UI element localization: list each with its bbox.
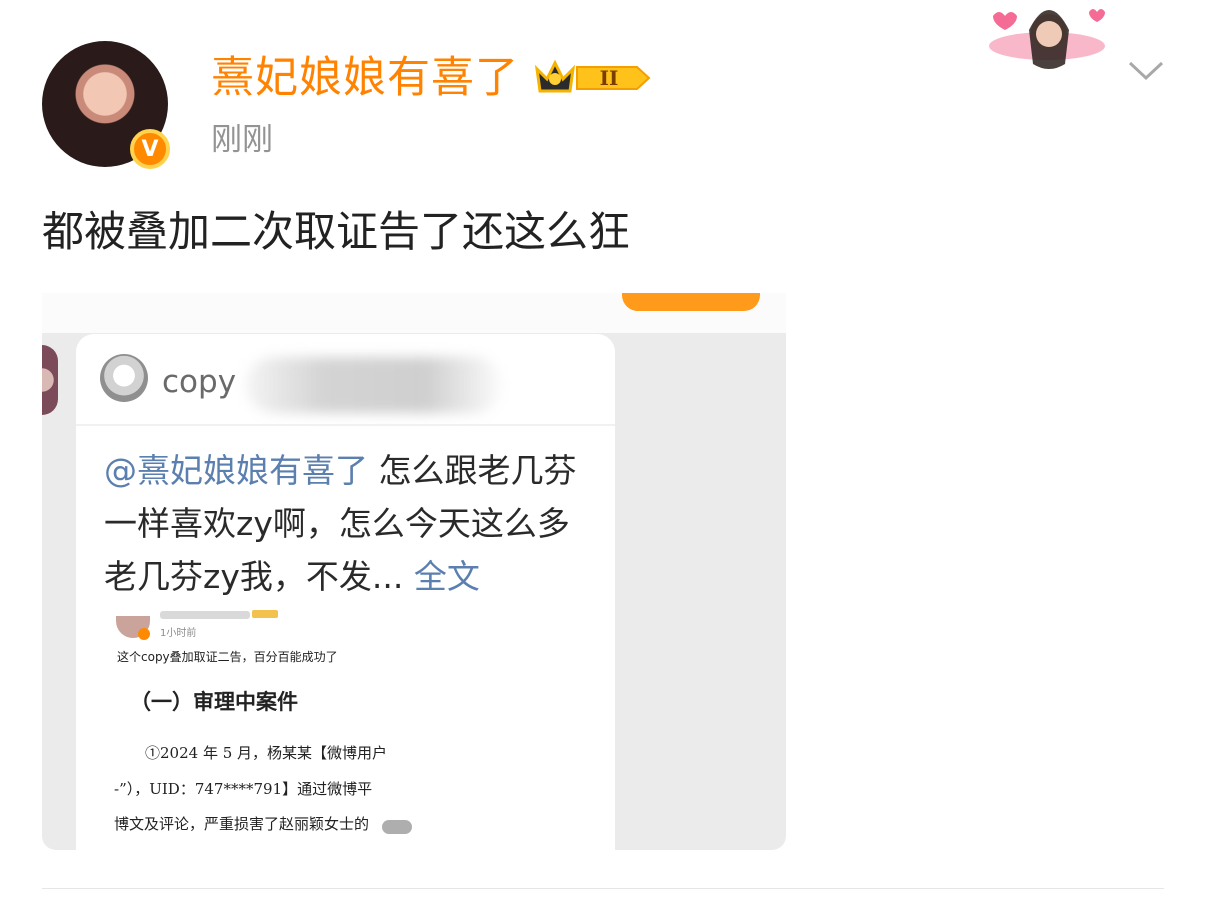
image-tag <box>382 820 412 834</box>
username[interactable]: 熹妃娘娘有喜了 <box>211 50 519 106</box>
inner-post-time: 1小时前 <box>160 628 197 639</box>
post-text: 都被叠加二次取证告了还这么狂 <box>42 207 631 256</box>
timestamp: 刚刚 <box>211 122 273 158</box>
crown-level-icon[interactable]: II <box>533 57 653 99</box>
mention-link: @熹妃娘娘有喜了 <box>104 451 368 490</box>
chevron-down-icon[interactable] <box>1126 58 1166 82</box>
commenter-name: copy <box>162 364 237 400</box>
verified-v-icon: V <box>130 129 170 169</box>
level-badge-label: II <box>600 66 619 90</box>
inner-verified-icon <box>138 628 150 640</box>
decoration-sticker-icon <box>989 9 1105 69</box>
screenshot-side-avatar <box>42 345 58 415</box>
inner-crown-icon <box>252 610 278 618</box>
inner-post-text: 这个copy叠加取证二告，百分百能成功了 <box>117 650 338 664</box>
comment-text: @熹妃娘娘有喜了 怎么跟老几芬一样喜欢zy啊，怎么今天这么多老几芬zy我，不发.… <box>104 444 594 603</box>
document-heading: （一）审理中案件 <box>130 689 298 714</box>
blurred-username <box>246 357 502 413</box>
post-divider <box>42 888 1164 889</box>
full-text-link: 全文 <box>413 557 480 596</box>
commenter-avatar <box>100 354 148 402</box>
document-line: -”），UID：747****791】通过微博平 <box>114 780 373 798</box>
card-divider <box>76 424 615 426</box>
document-line: 博文及评论，严重损害了赵丽颖女士的 <box>114 815 370 833</box>
inner-post-username <box>160 611 250 619</box>
screenshot-orange-button <box>622 293 760 311</box>
document-line: ①2024 年 5 月，杨某某【微博用户 <box>145 744 388 762</box>
